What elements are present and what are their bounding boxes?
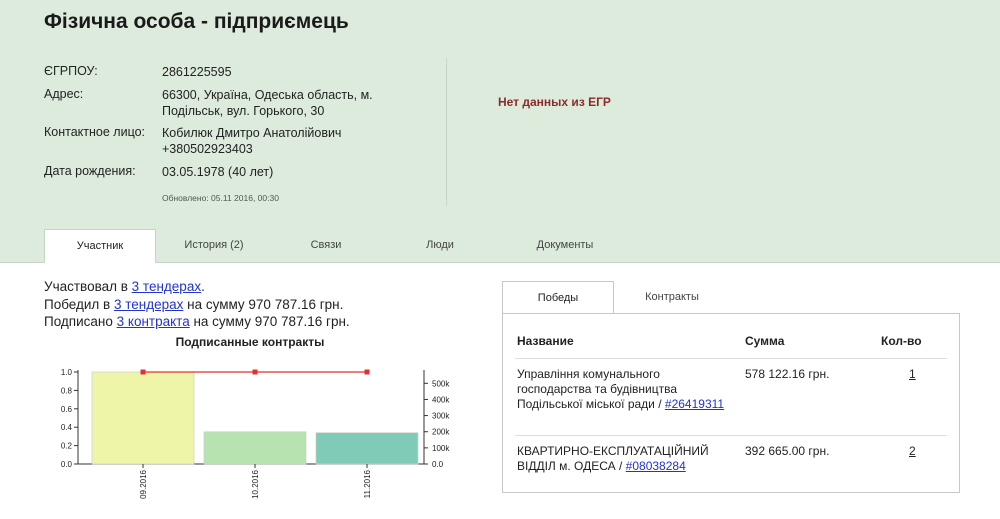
- right-tick-label: 300k: [432, 412, 450, 421]
- left-tick-label: 0.0: [61, 460, 73, 469]
- participated-tenders-link[interactable]: 3 тендерах: [132, 279, 201, 294]
- tab-history[interactable]: История (2): [164, 229, 264, 262]
- won-line: Победил в 3 тендерах на сумму 970 787.16…: [44, 297, 343, 312]
- x-tick-label: 09.2016: [139, 469, 148, 498]
- edrpou-label: ЄГРПОУ:: [44, 64, 98, 78]
- row-count-link[interactable]: 2: [909, 444, 916, 459]
- left-tick-label: 1.0: [61, 368, 73, 377]
- right-tick-label: 400k: [432, 395, 450, 404]
- contact-name: Кобилюк Дмитро Анатолійович: [162, 126, 342, 140]
- won-tenders-link[interactable]: 3 тендерах: [114, 297, 183, 312]
- tab-documents[interactable]: Документы: [510, 229, 620, 262]
- bar: [203, 431, 307, 465]
- participated-suffix: .: [201, 279, 205, 294]
- amount-point: [252, 369, 258, 375]
- contact-label: Контактное лицо:: [44, 125, 146, 139]
- won-suffix: на сумму 970 787.16 грн.: [183, 297, 344, 312]
- right-tick-label: 100k: [432, 444, 450, 453]
- address-label: Адрес:: [44, 87, 84, 101]
- no-data-notice: Нет данных из ЕГР: [498, 95, 611, 109]
- left-tick-label: 0.4: [61, 423, 73, 432]
- header-divider: [446, 58, 447, 206]
- row-name-text: Управління комунального господарства та …: [517, 367, 678, 411]
- signed-contracts-link[interactable]: 3 контракта: [117, 314, 190, 329]
- row-divider: [515, 358, 947, 359]
- won-text: Победил в: [44, 297, 114, 312]
- edrpou-value: 2861225595: [162, 65, 232, 79]
- x-tick-label: 10.2016: [251, 469, 260, 498]
- bar: [91, 371, 195, 465]
- amount-point: [364, 369, 370, 375]
- amount-point: [140, 369, 146, 375]
- wins-table: Название Сумма Кол-во Управління комунал…: [502, 313, 960, 493]
- signed-line: Подписано 3 контракта на сумму 970 787.1…: [44, 314, 350, 329]
- signed-suffix: на сумму 970 787.16 грн.: [189, 314, 350, 329]
- birthdate-label: Дата рождения:: [44, 164, 136, 178]
- contact-phone: +380502923403: [162, 142, 253, 156]
- col-header-count: Кол-во: [881, 334, 922, 348]
- left-tick-label: 0.8: [61, 386, 73, 395]
- chart-title: Подписанные контракты: [175, 335, 325, 349]
- left-tick-label: 0.2: [61, 442, 73, 451]
- tab-participant[interactable]: Участник: [44, 229, 156, 263]
- page-title: Фізична особа - підприємець: [44, 10, 349, 33]
- right-tick-label: 0.0: [432, 460, 444, 469]
- tab-contracts[interactable]: Контракты: [618, 281, 726, 314]
- updated-timestamp: Обновлено: 05.11 2016, 00:30: [162, 193, 279, 203]
- contact-value: Кобилюк Дмитро Анатолійович +38050292340…: [162, 125, 402, 157]
- right-tick-label: 200k: [432, 428, 450, 437]
- row-code-link[interactable]: #26419311: [665, 397, 724, 411]
- row-divider: [515, 435, 947, 436]
- row-name: Управління комунального господарства та …: [517, 367, 727, 412]
- entity-header: Фізична особа - підприємець ЄГРПОУ: 2861…: [0, 0, 1000, 263]
- row-sum: 392 665.00 грн.: [745, 444, 830, 458]
- tab-wins[interactable]: Победы: [502, 281, 614, 315]
- signed-text: Подписано: [44, 314, 117, 329]
- signed-contracts-chart: 1.0 0.8 0.6 0.4 0.2 0.0 500k 400k 300k 200k 100k 0.…: [61, 368, 450, 499]
- row-count-link[interactable]: 1: [909, 367, 916, 382]
- tab-people[interactable]: Люди: [400, 229, 480, 262]
- participated-text: Участвовал в: [44, 279, 132, 294]
- left-tick-label: 0.6: [61, 405, 73, 414]
- tab-connections[interactable]: Связи: [284, 229, 368, 262]
- participated-line: Участвовал в 3 тендерах.: [44, 279, 205, 294]
- row-name: КВАРТИРНО-ЕКСПЛУАТАЦІЙНИЙ ВІДДІЛ м. ОДЕС…: [517, 444, 737, 474]
- x-tick-label: 11.2016: [363, 469, 372, 498]
- col-header-sum: Сумма: [745, 334, 785, 348]
- address-value: 66300, Україна, Одеська область, м. Поді…: [162, 88, 373, 118]
- bar: [315, 432, 419, 465]
- row-code-link[interactable]: #08038284: [626, 459, 686, 473]
- row-sum: 578 122.16 грн.: [745, 367, 830, 381]
- col-header-name: Название: [517, 334, 574, 348]
- right-tick-label: 500k: [432, 379, 450, 388]
- birthdate-value: 03.05.1978 (40 лет): [162, 165, 274, 179]
